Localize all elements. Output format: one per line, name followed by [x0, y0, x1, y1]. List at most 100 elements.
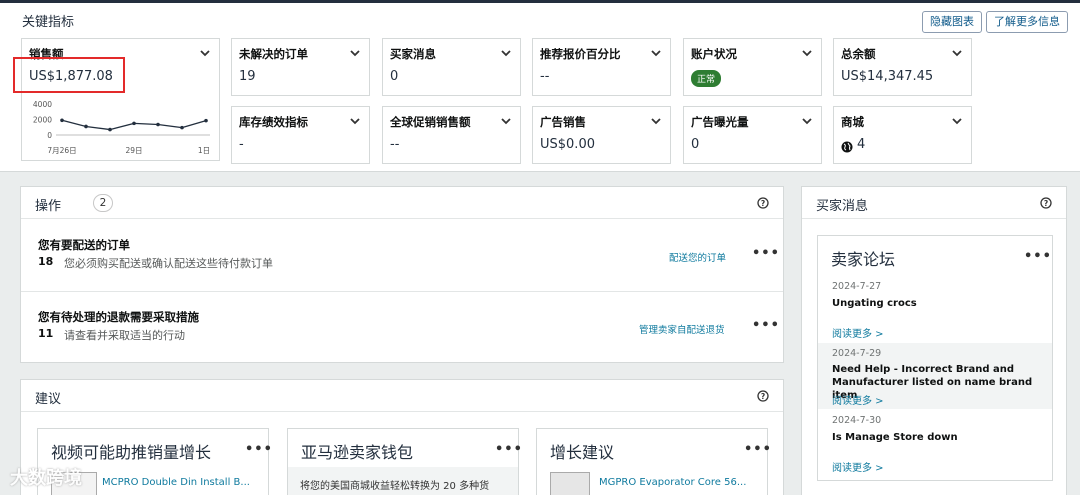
recommendations-title: 建议: [35, 392, 62, 407]
buyer-messages-header: 买家消息 ?: [802, 187, 1066, 219]
kpi-label: 全球促销销售额: [390, 115, 471, 129]
card-title: 视频可能助推销量增长: [51, 443, 212, 462]
kpi-value: US$0.00: [540, 137, 595, 152]
forum-date: 2024-7-30: [832, 415, 882, 426]
kpi-value: -: [239, 137, 244, 152]
read-more-link[interactable]: 阅读更多 >: [832, 392, 884, 407]
kpi-value: 19: [239, 69, 256, 84]
help-icon[interactable]: ?: [1040, 197, 1052, 209]
y-tick-label: 4000: [33, 100, 52, 109]
sales-data-point: [132, 121, 136, 126]
kpi-label: 账户状况: [691, 47, 737, 61]
status-badge: 正常: [691, 70, 722, 87]
forum-post-title[interactable]: Ungating crocs: [832, 297, 1047, 310]
kpi-ad-impressions-card[interactable]: 广告曝光量 0: [683, 106, 822, 164]
kpi-global-promo-card[interactable]: 全球促销销售额 --: [382, 106, 521, 164]
y-tick-label: 2000: [33, 116, 52, 125]
chevron-down-icon[interactable]: [650, 47, 662, 59]
kpi-label: 商城: [841, 115, 864, 129]
chevron-down-icon[interactable]: [650, 115, 662, 127]
task-title: 您有要配送的订单: [38, 238, 130, 252]
recommendation-card-wallet[interactable]: 亚马逊卖家钱包 ••• 将您的美国商城收益轻松转换为 20 多种货: [287, 428, 522, 495]
kpi-value: 0: [390, 69, 399, 84]
kpi-marketplace-card[interactable]: 商城 4: [833, 106, 972, 164]
kpi-label: 总余额: [841, 47, 876, 61]
kpi-unshipped-orders-card[interactable]: 未解决的订单 19: [231, 38, 370, 96]
watermark-logo: 大数跨境: [10, 468, 82, 489]
help-icon[interactable]: ?: [757, 390, 769, 402]
kpi-value: 0: [691, 137, 700, 152]
sales-data-point: [204, 118, 208, 123]
kpi-featured-offer-card[interactable]: 推荐报价百分比 --: [532, 38, 671, 96]
sales-data-point: [156, 122, 160, 127]
chevron-down-icon[interactable]: [500, 115, 512, 127]
kpi-value: --: [390, 137, 400, 152]
chevron-down-icon[interactable]: [801, 115, 813, 127]
more-options-icon[interactable]: •••: [744, 442, 772, 457]
chevron-down-icon[interactable]: [951, 47, 963, 59]
forum-post-title[interactable]: Is Manage Store down: [832, 431, 1047, 444]
forum-date: 2024-7-29: [832, 348, 882, 359]
seller-forum-card: 卖家论坛 ••• 2024-7-27 Ungating crocs 阅读更多 >…: [817, 235, 1053, 481]
kpi-label: 未解决的订单: [239, 47, 308, 61]
card-description: 将您的美国商城收益轻松转换为 20 多种货: [300, 481, 490, 492]
kpi-ad-sales-card[interactable]: 广告销售 US$0.00: [532, 106, 671, 164]
kpi-value: 4: [857, 137, 866, 152]
forum-title: 卖家论坛: [831, 250, 896, 269]
task-row: 您有待处理的退款需要采取措施 11 请查看并采取适当的行动 管理卖家自配送退货 …: [21, 292, 783, 364]
more-options-icon[interactable]: •••: [495, 442, 523, 457]
sales-data-point: [108, 127, 112, 132]
task-description: 请查看并采取适当的行动: [64, 329, 185, 342]
chevron-down-icon[interactable]: [951, 115, 963, 127]
kpi-label: 买家消息: [390, 47, 436, 61]
card-link[interactable]: MCPRO Double Din Install B...: [102, 477, 262, 488]
forum-date: 2024-7-27: [832, 281, 882, 292]
task-row: 您有要配送的订单 18 您必须购买配送或确认配送这些待付款订单 配送您的订单 •…: [21, 220, 783, 292]
x-tick-label: 1日: [198, 146, 210, 155]
kpi-label: 库存绩效指标: [239, 115, 308, 129]
recommendations-header: 建议 ?: [21, 380, 783, 412]
svg-text:?: ?: [1044, 199, 1048, 208]
x-tick-label: 7月26日: [47, 146, 76, 155]
task-title: 您有待处理的退款需要采取措施: [38, 310, 199, 324]
chevron-down-icon[interactable]: [500, 47, 512, 59]
kpi-total-balance-card[interactable]: 总余额 US$14,347.45: [833, 38, 972, 96]
actions-header: 操作 2 ?: [21, 187, 783, 219]
key-metrics-section: 关键指标 隐藏图表 了解更多信息 销售额 US$1,877.08 4000 200…: [0, 3, 1080, 172]
chevron-down-icon[interactable]: [349, 115, 361, 127]
more-options-icon[interactable]: •••: [245, 442, 273, 457]
kpi-value: US$14,347.45: [841, 69, 934, 84]
task-count: 11: [38, 327, 54, 340]
more-options-icon[interactable]: •••: [1024, 249, 1052, 264]
svg-text:?: ?: [761, 392, 765, 401]
kpi-buyer-messages-card[interactable]: 买家消息 0: [382, 38, 521, 96]
help-icon[interactable]: ?: [757, 197, 769, 209]
learn-more-button[interactable]: 了解更多信息: [986, 11, 1068, 33]
ship-orders-link[interactable]: 配送您的订单: [669, 250, 726, 264]
buyer-messages-panel: 买家消息 ? 卖家论坛 ••• 2024-7-27 Ungating crocs…: [801, 186, 1067, 495]
kpi-label: 广告曝光量: [691, 115, 749, 129]
svg-text:?: ?: [761, 199, 765, 208]
x-tick-label: 29日: [125, 146, 142, 155]
read-more-link[interactable]: 阅读更多 >: [832, 459, 884, 474]
actions-panel: 操作 2 ? 您有要配送的订单 18 您必须购买配送或确认配送这些待付款订单 配…: [20, 186, 784, 363]
kpi-label: 推荐报价百分比: [540, 47, 621, 61]
chevron-down-icon[interactable]: [801, 47, 813, 59]
highlight-box: [13, 57, 125, 93]
hide-chart-button[interactable]: 隐藏图表: [922, 11, 982, 33]
more-options-icon[interactable]: •••: [752, 318, 780, 333]
card-link[interactable]: MGPRO Evaporator Core 56...: [599, 477, 761, 488]
kpi-account-health-card[interactable]: 账户状况 正常: [683, 38, 822, 96]
product-thumbnail: [550, 472, 590, 495]
kpi-inventory-card[interactable]: 库存绩效指标 -: [231, 106, 370, 164]
chevron-down-icon[interactable]: [349, 47, 361, 59]
kpi-value: --: [540, 69, 550, 84]
more-options-icon[interactable]: •••: [752, 246, 780, 261]
recommendation-card-growth[interactable]: 增长建议 ••• MGPRO Evaporator Core 56...: [536, 428, 771, 495]
read-more-link[interactable]: 阅读更多 >: [832, 325, 884, 340]
manage-returns-link[interactable]: 管理卖家自配送退货: [639, 322, 725, 336]
key-metrics-title: 关键指标: [22, 15, 75, 30]
sales-data-point: [60, 118, 64, 123]
actions-count-badge: 2: [93, 194, 113, 212]
card-title: 亚马逊卖家钱包: [301, 443, 414, 462]
